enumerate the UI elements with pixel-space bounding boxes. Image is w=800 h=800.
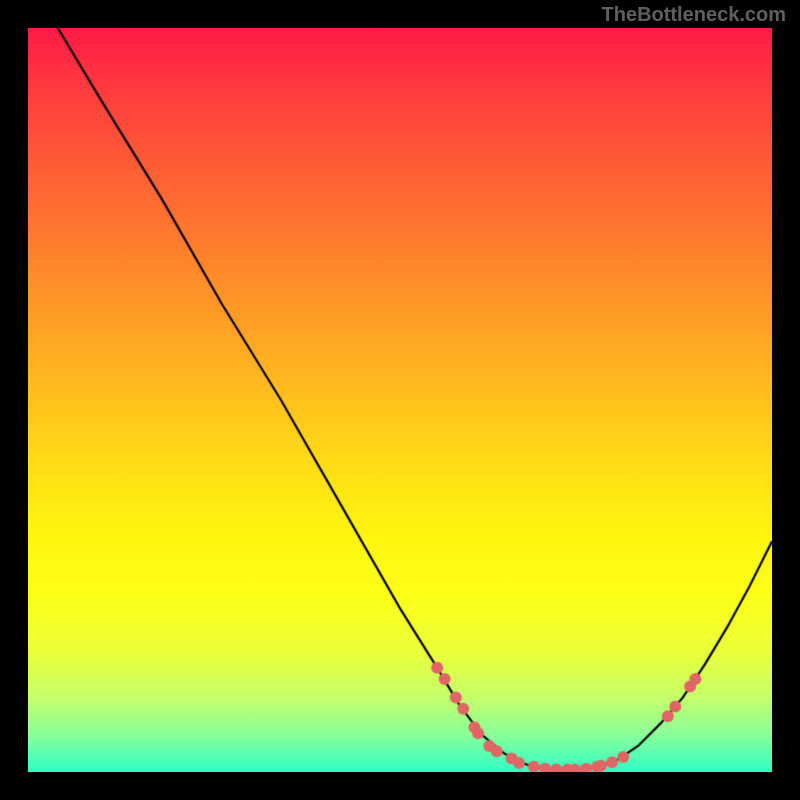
chart-curve-canvas: [28, 28, 772, 772]
plot-background: [28, 28, 772, 772]
watermark-text: TheBottleneck.com: [602, 4, 786, 27]
